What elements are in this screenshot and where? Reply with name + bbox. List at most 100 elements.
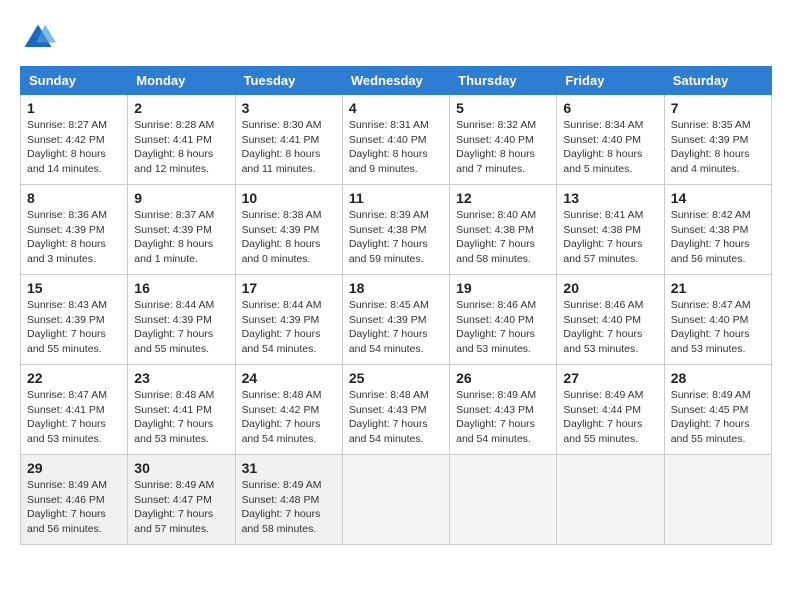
day-number: 21 [671,280,765,296]
day-number: 6 [563,100,657,116]
day-info: Sunrise: 8:42 AMSunset: 4:38 PMDaylight:… [671,208,765,267]
day-number: 14 [671,190,765,206]
day-info: Sunrise: 8:48 AMSunset: 4:42 PMDaylight:… [242,388,336,447]
logo [20,20,62,56]
day-number: 7 [671,100,765,116]
day-number: 15 [27,280,121,296]
calendar-cell: 4 Sunrise: 8:31 AMSunset: 4:40 PMDaylight… [342,95,449,185]
calendar-cell: 26Sunrise: 8:49 AMSunset: 4:43 PMDayligh… [450,365,557,455]
day-number: 10 [242,190,336,206]
calendar-cell: 28Sunrise: 8:49 AMSunset: 4:45 PMDayligh… [664,365,771,455]
day-number: 31 [242,460,336,476]
day-number: 17 [242,280,336,296]
day-info: Sunrise: 8:49 AMSunset: 4:43 PMDaylight:… [456,388,550,447]
weekday-header-wednesday: Wednesday [342,67,449,95]
calendar-cell: 5 Sunrise: 8:32 AMSunset: 4:40 PMDaylight… [450,95,557,185]
calendar-cell: 1 Sunrise: 8:27 AMSunset: 4:42 PMDaylight… [21,95,128,185]
day-info: Sunrise: 8:28 AMSunset: 4:41 PMDaylight:… [134,118,228,177]
day-number: 1 [27,100,121,116]
day-info: Sunrise: 8:37 AMSunset: 4:39 PMDaylight:… [134,208,228,267]
day-number: 9 [134,190,228,206]
calendar-cell: 24 Sunrise: 8:48 AMSunset: 4:42 PMDayligh… [235,365,342,455]
calendar-cell: 23 Sunrise: 8:48 AMSunset: 4:41 PMDayligh… [128,365,235,455]
calendar-cell [557,455,664,545]
weekday-header-saturday: Saturday [664,67,771,95]
day-info: Sunrise: 8:41 AMSunset: 4:38 PMDaylight:… [563,208,657,267]
day-number: 22 [27,370,121,386]
logo-icon [20,20,56,56]
calendar-cell: 2 Sunrise: 8:28 AMSunset: 4:41 PMDaylight… [128,95,235,185]
calendar-cell: 10 Sunrise: 8:38 AMSunset: 4:39 PMDayligh… [235,185,342,275]
day-number: 20 [563,280,657,296]
day-number: 28 [671,370,765,386]
day-number: 23 [134,370,228,386]
calendar-cell: 9 Sunrise: 8:37 AMSunset: 4:39 PMDaylight… [128,185,235,275]
calendar-table: SundayMondayTuesdayWednesdayThursdayFrid… [20,66,772,545]
weekday-header-monday: Monday [128,67,235,95]
day-number: 16 [134,280,228,296]
day-info: Sunrise: 8:44 AMSunset: 4:39 PMDaylight:… [134,298,228,357]
day-info: Sunrise: 8:44 AMSunset: 4:39 PMDaylight:… [242,298,336,357]
day-number: 27 [563,370,657,386]
weekday-header-sunday: Sunday [21,67,128,95]
day-info: Sunrise: 8:47 AMSunset: 4:41 PMDaylight:… [27,388,121,447]
day-info: Sunrise: 8:35 AMSunset: 4:39 PMDaylight:… [671,118,765,177]
day-number: 25 [349,370,443,386]
calendar-cell [342,455,449,545]
day-number: 19 [456,280,550,296]
day-number: 3 [242,100,336,116]
day-number: 24 [242,370,336,386]
day-number: 18 [349,280,443,296]
day-number: 11 [349,190,443,206]
day-number: 30 [134,460,228,476]
day-number: 13 [563,190,657,206]
day-info: Sunrise: 8:49 AMSunset: 4:46 PMDaylight:… [27,478,121,537]
calendar-cell: 14 Sunrise: 8:42 AMSunset: 4:38 PMDayligh… [664,185,771,275]
calendar-week-row: 15 Sunrise: 8:43 AMSunset: 4:39 PMDayligh… [21,275,772,365]
calendar-cell: 22 Sunrise: 8:47 AMSunset: 4:41 PMDayligh… [21,365,128,455]
day-number: 2 [134,100,228,116]
calendar-cell: 8Sunrise: 8:36 AMSunset: 4:39 PMDaylight… [21,185,128,275]
day-number: 12 [456,190,550,206]
day-info: Sunrise: 8:46 AMSunset: 4:40 PMDaylight:… [456,298,550,357]
weekday-header-friday: Friday [557,67,664,95]
day-info: Sunrise: 8:46 AMSunset: 4:40 PMDaylight:… [563,298,657,357]
calendar-cell: 25Sunrise: 8:48 AMSunset: 4:43 PMDayligh… [342,365,449,455]
day-info: Sunrise: 8:40 AMSunset: 4:38 PMDaylight:… [456,208,550,267]
weekday-header-thursday: Thursday [450,67,557,95]
day-info: Sunrise: 8:31 AMSunset: 4:40 PMDaylight:… [349,118,443,177]
calendar-cell: 29 Sunrise: 8:49 AMSunset: 4:46 PMDayligh… [21,455,128,545]
calendar-week-row: 8Sunrise: 8:36 AMSunset: 4:39 PMDaylight… [21,185,772,275]
day-number: 4 [349,100,443,116]
calendar-cell: 27 Sunrise: 8:49 AMSunset: 4:44 PMDayligh… [557,365,664,455]
day-info: Sunrise: 8:27 AMSunset: 4:42 PMDaylight:… [27,118,121,177]
calendar-cell: 15 Sunrise: 8:43 AMSunset: 4:39 PMDayligh… [21,275,128,365]
day-info: Sunrise: 8:45 AMSunset: 4:39 PMDaylight:… [349,298,443,357]
day-info: Sunrise: 8:43 AMSunset: 4:39 PMDaylight:… [27,298,121,357]
day-info: Sunrise: 8:49 AMSunset: 4:44 PMDaylight:… [563,388,657,447]
calendar-cell: 3 Sunrise: 8:30 AMSunset: 4:41 PMDaylight… [235,95,342,185]
day-info: Sunrise: 8:48 AMSunset: 4:41 PMDaylight:… [134,388,228,447]
calendar-cell: 13 Sunrise: 8:41 AMSunset: 4:38 PMDayligh… [557,185,664,275]
weekday-header-tuesday: Tuesday [235,67,342,95]
calendar-week-row: 22 Sunrise: 8:47 AMSunset: 4:41 PMDayligh… [21,365,772,455]
calendar-cell: 31 Sunrise: 8:49 AMSunset: 4:48 PMDayligh… [235,455,342,545]
day-info: Sunrise: 8:32 AMSunset: 4:40 PMDaylight:… [456,118,550,177]
calendar-cell: 16 Sunrise: 8:44 AMSunset: 4:39 PMDayligh… [128,275,235,365]
day-info: Sunrise: 8:30 AMSunset: 4:41 PMDaylight:… [242,118,336,177]
page-header [20,20,772,56]
day-info: Sunrise: 8:38 AMSunset: 4:39 PMDaylight:… [242,208,336,267]
calendar-cell: 20 Sunrise: 8:46 AMSunset: 4:40 PMDayligh… [557,275,664,365]
calendar-cell: 17 Sunrise: 8:44 AMSunset: 4:39 PMDayligh… [235,275,342,365]
day-info: Sunrise: 8:49 AMSunset: 4:47 PMDaylight:… [134,478,228,537]
calendar-cell: 18 Sunrise: 8:45 AMSunset: 4:39 PMDayligh… [342,275,449,365]
day-info: Sunrise: 8:47 AMSunset: 4:40 PMDaylight:… [671,298,765,357]
day-info: Sunrise: 8:36 AMSunset: 4:39 PMDaylight:… [27,208,121,267]
day-info: Sunrise: 8:49 AMSunset: 4:48 PMDaylight:… [242,478,336,537]
day-number: 29 [27,460,121,476]
day-number: 5 [456,100,550,116]
calendar-week-row: 1 Sunrise: 8:27 AMSunset: 4:42 PMDaylight… [21,95,772,185]
calendar-cell [664,455,771,545]
day-info: Sunrise: 8:34 AMSunset: 4:40 PMDaylight:… [563,118,657,177]
calendar-cell: 19 Sunrise: 8:46 AMSunset: 4:40 PMDayligh… [450,275,557,365]
